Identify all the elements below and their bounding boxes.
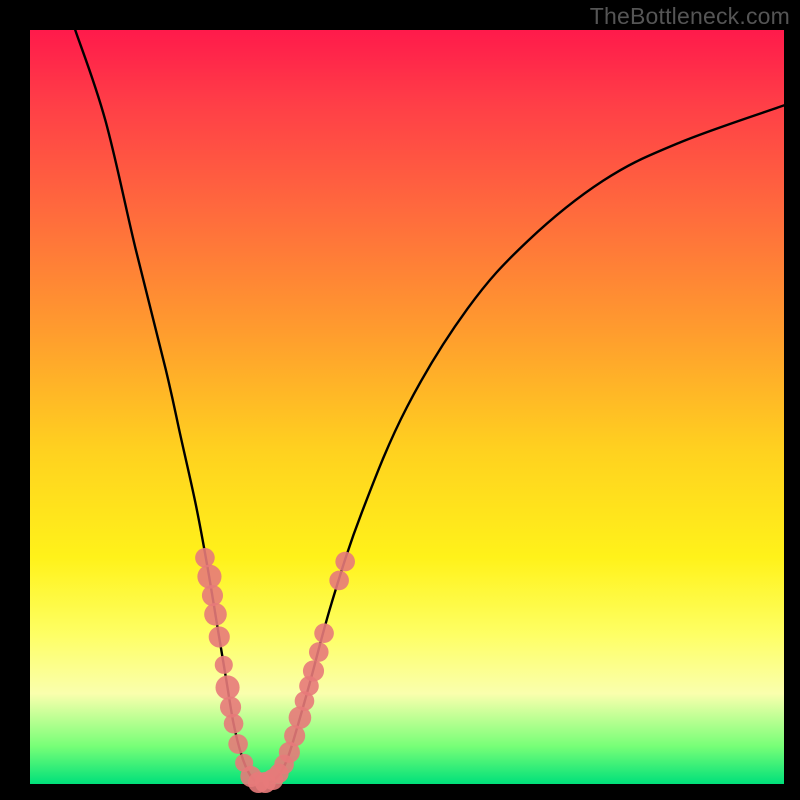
data-marker (215, 656, 233, 674)
bottleneck-chart-svg (30, 30, 784, 784)
data-marker (202, 585, 223, 606)
data-markers (195, 548, 355, 793)
data-marker (303, 660, 324, 681)
plot-area (30, 30, 784, 784)
data-marker (209, 626, 230, 647)
data-marker (314, 623, 334, 643)
data-marker (215, 675, 239, 699)
data-marker (309, 642, 329, 662)
data-marker (195, 548, 215, 568)
data-marker (329, 571, 349, 591)
data-marker (224, 714, 244, 734)
chart-frame: TheBottleneck.com (0, 0, 800, 800)
data-marker (197, 565, 221, 589)
bottleneck-curve-path (75, 30, 784, 783)
data-marker (228, 734, 248, 754)
data-marker (335, 552, 355, 572)
watermark-text: TheBottleneck.com (590, 3, 790, 30)
data-marker (204, 603, 227, 626)
